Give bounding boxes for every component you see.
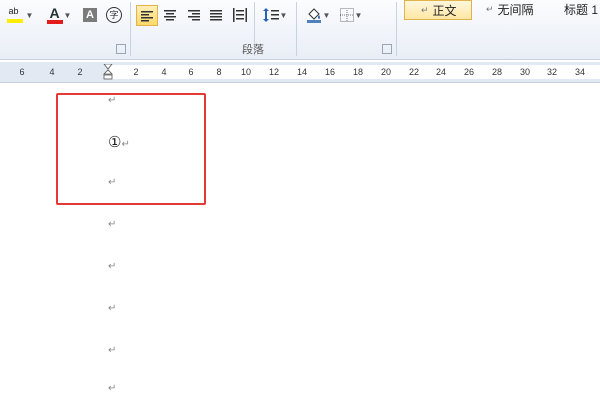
style-normal[interactable]: ↵ 正文 bbox=[404, 0, 472, 20]
distributed-button[interactable] bbox=[230, 5, 250, 25]
style-no-spacing[interactable]: ↵ 无间隔 bbox=[480, 0, 540, 18]
ruler-number: 4 bbox=[161, 67, 167, 77]
align-right-button[interactable] bbox=[184, 5, 204, 25]
highlight-box bbox=[56, 93, 206, 205]
shading-button[interactable]: ▼ bbox=[304, 5, 332, 25]
separator bbox=[130, 2, 131, 56]
style-heading-1[interactable]: 标题 1 bbox=[560, 0, 600, 18]
ribbon: ab ▼ A ▼ A 字 ▼ ▼ ▼ 段落 ↵ 正文 ↵ 无间隔 标题 1 bbox=[0, 0, 600, 60]
ruler-number: 4 bbox=[49, 67, 55, 77]
paragraph-mark-icon: ↵ bbox=[421, 4, 429, 15]
ruler-number: 18 bbox=[352, 67, 364, 77]
align-left-button[interactable] bbox=[136, 5, 158, 26]
paragraph-dialog-launcher[interactable] bbox=[382, 44, 392, 54]
ruler-number: 12 bbox=[268, 67, 280, 77]
indent-marker-icon[interactable] bbox=[103, 64, 113, 80]
font-color-icon: A bbox=[49, 5, 60, 21]
align-center-button[interactable] bbox=[160, 5, 180, 25]
character-shading-icon: A bbox=[83, 8, 97, 22]
distributed-icon bbox=[233, 8, 247, 22]
paragraph-mark: ↵ bbox=[108, 261, 117, 272]
separator bbox=[296, 2, 297, 56]
highlight-button[interactable]: ab ▼ bbox=[6, 5, 34, 25]
ruler-number: 8 bbox=[216, 67, 222, 77]
style-label: 正文 bbox=[432, 3, 457, 18]
justify-icon bbox=[210, 10, 222, 21]
horizontal-ruler[interactable]: 6 4 2 2 4 6 8 10 12 14 16 18 20 22 24 26… bbox=[0, 62, 600, 83]
ruler-number: 32 bbox=[546, 67, 558, 77]
ruler-number: 2 bbox=[77, 67, 83, 77]
ruler-number: 6 bbox=[188, 67, 194, 77]
chevron-down-icon[interactable]: ▼ bbox=[64, 11, 72, 20]
line-spacing-icon bbox=[262, 8, 279, 22]
borders-button[interactable]: ▼ bbox=[338, 5, 364, 25]
font-dialog-launcher[interactable] bbox=[116, 44, 126, 54]
line-spacing-button[interactable]: ▼ bbox=[262, 5, 288, 25]
enclose-characters-button[interactable]: 字 bbox=[104, 5, 124, 25]
ruler-number: 28 bbox=[491, 67, 503, 77]
align-left-icon bbox=[141, 10, 153, 21]
ruler-number: 6 bbox=[19, 67, 25, 77]
justify-button[interactable] bbox=[206, 5, 226, 25]
ruler-number: 34 bbox=[574, 67, 586, 77]
align-right-icon bbox=[188, 10, 200, 21]
ruler-number: 26 bbox=[463, 67, 475, 77]
chevron-down-icon[interactable]: ▼ bbox=[323, 11, 331, 20]
chevron-down-icon[interactable]: ▼ bbox=[355, 11, 363, 20]
highlight-icon: ab bbox=[8, 6, 19, 16]
styles-gallery: ↵ 正文 ↵ 无间隔 标题 1 bbox=[400, 0, 600, 46]
chevron-down-icon[interactable]: ▼ bbox=[280, 11, 288, 20]
style-label: 无间隔 bbox=[497, 2, 534, 17]
ruler-number: 14 bbox=[296, 67, 308, 77]
paragraph-mark: ↵ bbox=[108, 383, 117, 394]
ruler-number: 24 bbox=[435, 67, 447, 77]
paragraph-mark: ↵ bbox=[108, 219, 117, 230]
paragraph-mark: ↵ bbox=[108, 345, 117, 356]
ruler-number: 16 bbox=[324, 67, 336, 77]
paragraph-mark-icon: ↵ bbox=[486, 3, 494, 14]
paragraph-mark: ↵ bbox=[108, 303, 117, 314]
paragraph-group-label: 段落 bbox=[242, 44, 264, 56]
ruler-number: 22 bbox=[408, 67, 420, 77]
enclose-characters-icon: 字 bbox=[106, 7, 122, 23]
paint-bucket-icon bbox=[306, 8, 321, 23]
chevron-down-icon[interactable]: ▼ bbox=[26, 11, 34, 20]
ruler-number: 10 bbox=[240, 67, 252, 77]
separator bbox=[396, 2, 397, 56]
document-body[interactable]: ↵ ①↵ ↵ ↵ ↵ ↵ ↵ ↵ bbox=[0, 83, 600, 400]
style-label: 标题 1 bbox=[564, 2, 599, 17]
ruler-number: 30 bbox=[519, 67, 531, 77]
ruler-number: 20 bbox=[380, 67, 392, 77]
align-center-icon bbox=[164, 10, 176, 21]
borders-icon bbox=[339, 8, 354, 22]
character-shading-button[interactable]: A bbox=[82, 5, 98, 25]
ruler-number: 2 bbox=[133, 67, 139, 77]
font-color-button[interactable]: A ▼ bbox=[44, 5, 74, 25]
